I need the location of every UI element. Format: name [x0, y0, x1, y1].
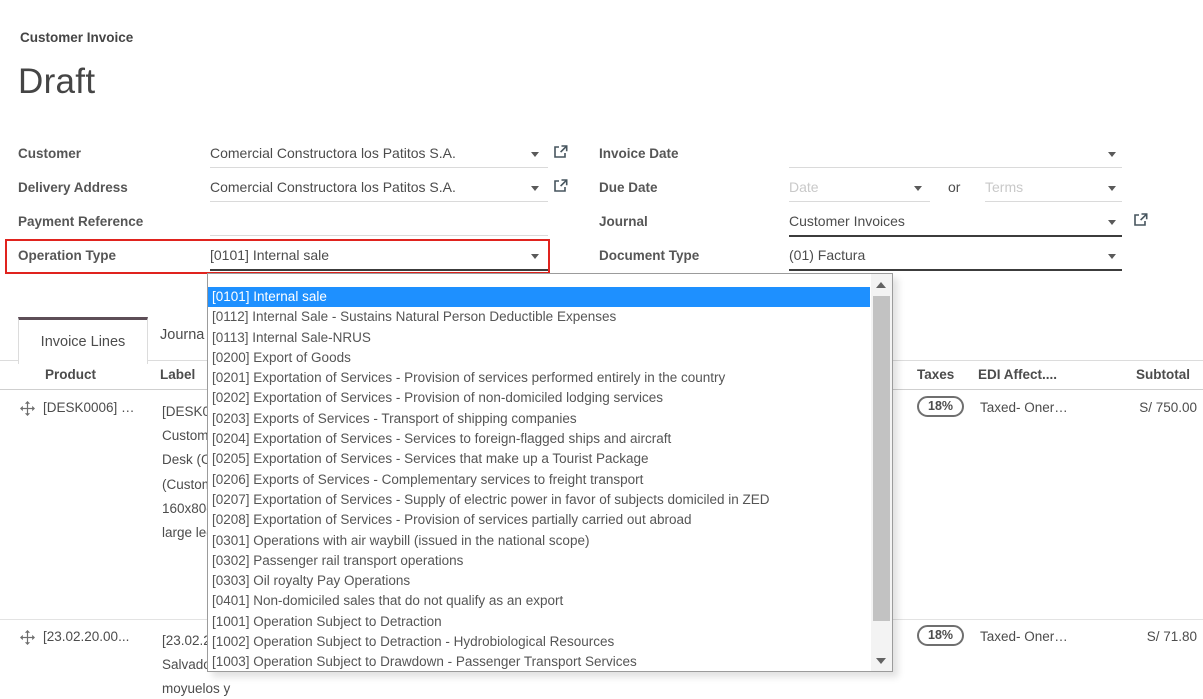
document-type-heading: Customer Invoice [20, 30, 133, 45]
dropdown-option[interactable]: [0203] Exports of Services - Transport o… [208, 409, 870, 429]
dropdown-option[interactable]: [0101] Internal sale [208, 287, 870, 307]
status-title: Draft [18, 62, 95, 102]
dropdown-option[interactable]: [0112] Internal Sale - Sustains Natural … [208, 307, 870, 327]
payment-terms-underline [985, 201, 1122, 202]
dropdown-option[interactable]: [0206] Exports of Services - Complementa… [208, 470, 870, 490]
customer-field[interactable]: Comercial Constructora los Patitos S.A. [210, 145, 456, 161]
scrollbar-thumb[interactable] [873, 296, 890, 621]
journal-caret-icon[interactable] [1108, 220, 1116, 225]
journal-underline [789, 235, 1122, 237]
dropdown-option[interactable]: [1002] Operation Subject to Detraction -… [208, 632, 870, 652]
column-product: Product [45, 367, 96, 382]
dropdown-option[interactable]: [1001] Operation Subject to Detraction [208, 612, 870, 632]
dropdown-option[interactable]: [0200] Export of Goods [208, 348, 870, 368]
document-type-label: Document Type [599, 248, 699, 263]
due-date-underline [789, 201, 930, 202]
customer-label: Customer [18, 146, 81, 161]
dropdown-option[interactable]: [0204] Exportation of Services - Service… [208, 429, 870, 449]
dropdown-option[interactable]: [0207] Exportation of Services - Supply … [208, 490, 870, 510]
scroll-up-icon[interactable] [876, 282, 886, 288]
dropdown-option[interactable]: [1003] Operation Subject to Drawdown - P… [208, 652, 870, 672]
journal-external-link-icon[interactable] [1133, 213, 1148, 232]
row1-product-cell[interactable]: [DESK0006] … [43, 400, 135, 415]
column-label: Label [160, 367, 195, 382]
journal-field[interactable]: Customer Invoices [789, 213, 905, 229]
dropdown-scrollbar[interactable] [871, 274, 892, 671]
dropdown-option[interactable]: [0201] Exportation of Services - Provisi… [208, 368, 870, 388]
customer-dropdown-caret-icon[interactable] [531, 152, 539, 157]
due-date-or-text: or [948, 179, 960, 195]
dropdown-option[interactable]: [0302] Passenger rail transport operatio… [208, 551, 870, 571]
invoice-form-page: Customer Invoice Draft Customer Comercia… [0, 0, 1203, 699]
row2-subtotal-cell: S/ 71.80 [1037, 629, 1197, 644]
payment-terms-field[interactable]: Terms [985, 179, 1023, 195]
payment-terms-caret-icon[interactable] [1108, 186, 1116, 191]
tab-invoice-lines[interactable]: Invoice Lines [18, 317, 148, 364]
dropdown-option[interactable]: [0401] Non-domiciled sales that do not q… [208, 591, 870, 611]
row2-product-cell[interactable]: [23.02.20.00... [43, 629, 129, 644]
scroll-down-icon[interactable] [876, 658, 886, 664]
row2-drag-handle-icon[interactable] [20, 630, 35, 650]
invoice-date-caret-icon[interactable] [1108, 152, 1116, 157]
delivery-address-field[interactable]: Comercial Constructora los Patitos S.A. [210, 179, 456, 195]
operation-type-dropdown-list: [0101] Internal sale [0112] Internal Sal… [207, 273, 893, 672]
dropdown-option[interactable]: [0303] Oil royalty Pay Operations [208, 571, 870, 591]
customer-underline [210, 167, 548, 168]
delivery-address-label: Delivery Address [18, 180, 128, 195]
payment-reference-underline [210, 235, 548, 236]
document-type-underline [789, 269, 1122, 271]
column-taxes: Taxes [917, 367, 954, 382]
document-type-caret-icon[interactable] [1108, 254, 1116, 259]
delivery-address-dropdown-caret-icon[interactable] [531, 186, 539, 191]
column-subtotal: Subtotal [1030, 367, 1190, 382]
row2-tax-badge[interactable]: 18% [917, 625, 964, 646]
tab-journal-items[interactable]: Journa [160, 327, 204, 343]
operation-type-highlight-box [5, 239, 550, 274]
due-date-caret-icon[interactable] [914, 186, 922, 191]
due-date-label: Due Date [599, 180, 658, 195]
dropdown-option[interactable]: [0113] Internal Sale-NRUS [208, 328, 870, 348]
invoice-date-underline [789, 167, 1122, 168]
row1-tax-badge[interactable]: 18% [917, 396, 964, 417]
invoice-date-label: Invoice Date [599, 146, 679, 161]
journal-label: Journal [599, 214, 648, 229]
dropdown-option[interactable]: [0205] Exportation of Services - Service… [208, 449, 870, 469]
customer-external-link-icon[interactable] [553, 145, 568, 164]
row1-drag-handle-icon[interactable] [20, 401, 35, 421]
due-date-date-field[interactable]: Date [789, 179, 819, 195]
row1-subtotal-cell: S/ 750.00 [1037, 400, 1197, 415]
dropdown-option[interactable]: [0301] Operations with air waybill (issu… [208, 531, 870, 551]
dropdown-option[interactable]: [0208] Exportation of Services - Provisi… [208, 510, 870, 530]
payment-reference-label: Payment Reference [18, 214, 143, 229]
document-type-field[interactable]: (01) Factura [789, 247, 865, 263]
active-tab-gap [19, 360, 145, 361]
delivery-address-underline [210, 201, 548, 202]
tab-invoice-lines-label: Invoice Lines [41, 334, 126, 350]
delivery-address-external-link-icon[interactable] [553, 179, 568, 198]
dropdown-option[interactable]: [0202] Exportation of Services - Provisi… [208, 388, 870, 408]
